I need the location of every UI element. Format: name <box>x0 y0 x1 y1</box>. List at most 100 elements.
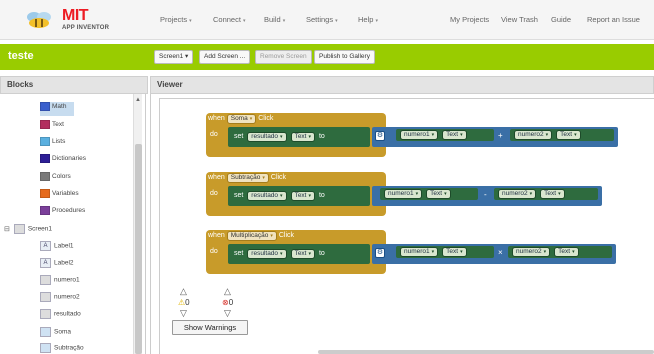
set-block[interactable]: set resultado ▾ Text ▾ to <box>228 186 370 206</box>
target-dropdown[interactable]: resultado ▾ <box>247 249 287 259</box>
operator-symbol: - <box>484 190 487 199</box>
chevron-down-icon: ▾ <box>280 251 283 257</box>
tree-item-numero1[interactable]: numero1 <box>40 275 80 289</box>
component-dropdown[interactable]: numero2 ▾ <box>512 247 551 257</box>
target-dropdown[interactable]: resultado ▾ <box>247 191 287 201</box>
scrollbar-thumb[interactable] <box>135 144 142 354</box>
menu-connect[interactable]: Connect ▾ <box>213 15 245 24</box>
getter-block-numero2[interactable]: numero2 ▾ Text ▾ <box>508 246 612 258</box>
component-dropdown[interactable]: Soma ▾ <box>226 114 257 124</box>
add-screen-button[interactable]: Add Screen ... <box>199 50 251 64</box>
menu-help[interactable]: Help ▾ <box>358 15 378 24</box>
tree-item-label2[interactable]: A Label2 <box>40 258 74 272</box>
tree-item-label: Soma <box>54 328 71 336</box>
menu-projects[interactable]: Projects ▾ <box>160 15 192 24</box>
procedures-color-swatch <box>40 206 50 215</box>
add-block[interactable]: ⚙ numero1 ▾ Text ▾ + numero2 ▾ Text ▾ <box>372 127 618 147</box>
errors-next-arrow-icon[interactable]: ▽ <box>224 308 231 319</box>
tree-item-label1[interactable]: A Label1 <box>40 241 74 255</box>
target-dropdown[interactable]: resultado ▾ <box>247 132 287 142</box>
block-category-procedures[interactable]: Procedures <box>40 206 85 220</box>
event-header: when Soma ▾ Click <box>208 114 273 124</box>
block-category-dictionaries[interactable]: Dictionaries <box>40 154 86 168</box>
publish-gallery-button[interactable]: Publish to Gallery <box>314 50 375 64</box>
menu-build[interactable]: Build ▾ <box>264 15 285 24</box>
property-dropdown[interactable]: Text ▾ <box>556 130 581 140</box>
gear-icon[interactable]: ⚙ <box>375 131 385 141</box>
component-dropdown[interactable]: Multiplicação ▾ <box>226 231 277 241</box>
textbox-icon <box>40 309 51 319</box>
link-report-issue[interactable]: Report an Issue <box>587 15 640 24</box>
math-color-swatch <box>40 102 50 111</box>
block-category-label: Dictionaries <box>52 155 86 162</box>
blocks-drawer: Math Text Lists Dictionaries Colors Vari… <box>0 94 146 354</box>
menu-settings[interactable]: Settings ▾ <box>306 15 338 24</box>
textbox-icon <box>40 275 51 285</box>
chevron-down-icon: ▾ <box>282 18 286 24</box>
collapse-icon[interactable]: ⊟ <box>4 225 12 233</box>
block-category-colors[interactable]: Colors <box>40 172 71 186</box>
set-block[interactable]: set resultado ▾ Text ▾ to <box>228 127 370 147</box>
getter-component: numero2 <box>516 248 542 255</box>
getter-block-numero1[interactable]: numero1 ▾ Text ▾ <box>396 246 494 258</box>
component-dropdown[interactable]: numero1 ▾ <box>400 247 439 257</box>
getter-block-numero2[interactable]: numero2 ▾ Text ▾ <box>510 129 614 141</box>
screen-select-value: Screen1 <box>159 53 184 60</box>
scroll-up-arrow-icon[interactable]: ▲ <box>135 97 141 103</box>
multiply-block[interactable]: ⚙ numero1 ▾ Text ▾ × numero2 ▾ Text ▾ <box>372 244 616 264</box>
property-dropdown[interactable]: Text ▾ <box>290 191 315 201</box>
property-dropdown[interactable]: Text ▾ <box>426 189 451 199</box>
screen-select[interactable]: Screen1 ▾ <box>154 50 194 64</box>
tree-item-soma[interactable]: Soma <box>40 327 71 341</box>
gear-icon[interactable]: ⚙ <box>375 248 385 258</box>
block-category-text[interactable]: Text <box>40 120 64 134</box>
component-dropdown[interactable]: numero1 ▾ <box>384 189 423 199</box>
property-dropdown[interactable]: Text ▾ <box>290 132 315 142</box>
property-dropdown[interactable]: Text ▾ <box>442 247 467 257</box>
button-icon <box>40 327 51 337</box>
app-inventor-logo[interactable]: MIT APP INVENTOR <box>24 8 144 34</box>
block-category-math[interactable]: Math <box>40 102 75 116</box>
project-name: teste <box>8 50 34 62</box>
warnings-next-arrow-icon[interactable]: ▽ <box>180 308 187 319</box>
tree-item-resultado[interactable]: resultado <box>40 309 81 323</box>
block-category-variables[interactable]: Variables <box>40 189 79 203</box>
link-my-projects[interactable]: My Projects <box>450 15 489 24</box>
set-keyword: set <box>234 250 244 257</box>
when-keyword: when <box>208 115 225 122</box>
show-warnings-button[interactable]: Show Warnings <box>172 320 248 335</box>
getter-property: Text <box>446 248 459 255</box>
getter-block-numero2[interactable]: numero2 ▾ Text ▾ <box>494 188 598 200</box>
getter-component: numero1 <box>388 190 414 197</box>
blocks-scrollbar[interactable]: ▲ <box>133 94 142 354</box>
property-dropdown[interactable]: Text ▾ <box>554 247 579 257</box>
getter-block-numero1[interactable]: numero1 ▾ Text ▾ <box>396 129 494 141</box>
block-category-lists[interactable]: Lists <box>40 137 65 151</box>
dictionaries-color-swatch <box>40 154 50 163</box>
getter-block-numero1[interactable]: numero1 ▾ Text ▾ <box>380 188 478 200</box>
tree-item-label: resultado <box>54 310 81 318</box>
chevron-down-icon: ▾ <box>189 18 192 24</box>
tree-item-subtracao[interactable]: Subtração <box>40 343 84 354</box>
tree-item-screen1[interactable]: ⊟ Screen1 <box>4 224 52 238</box>
component-dropdown[interactable]: numero2 ▾ <box>498 189 537 199</box>
colors-color-swatch <box>40 172 50 181</box>
component-dropdown[interactable]: numero1 ▾ <box>400 130 439 140</box>
chevron-down-icon: ▾ <box>308 193 311 199</box>
component-dropdown[interactable]: numero2 ▾ <box>514 130 553 140</box>
workspace-horizontal-scrollbar[interactable] <box>318 350 654 354</box>
property-dropdown[interactable]: Text ▾ <box>442 130 467 140</box>
tree-item-numero2[interactable]: numero2 <box>40 292 80 306</box>
property-name: Text <box>294 133 307 140</box>
property-dropdown[interactable]: Text ▾ <box>290 249 315 259</box>
link-view-trash[interactable]: View Trash <box>501 15 538 24</box>
subtract-block[interactable]: numero1 ▾ Text ▾ - numero2 ▾ Text ▾ <box>372 186 602 206</box>
link-guide[interactable]: Guide <box>551 15 571 24</box>
event-header: when Subtração ▾ Click <box>208 173 286 183</box>
set-block[interactable]: set resultado ▾ Text ▾ to <box>228 244 370 264</box>
property-dropdown[interactable]: Text ▾ <box>540 189 565 199</box>
remove-screen-button[interactable]: Remove Screen <box>255 50 312 64</box>
warnings-prev-arrow-icon[interactable]: △ <box>180 286 187 297</box>
errors-prev-arrow-icon[interactable]: △ <box>224 286 231 297</box>
component-dropdown[interactable]: Subtração ▾ <box>226 173 269 183</box>
